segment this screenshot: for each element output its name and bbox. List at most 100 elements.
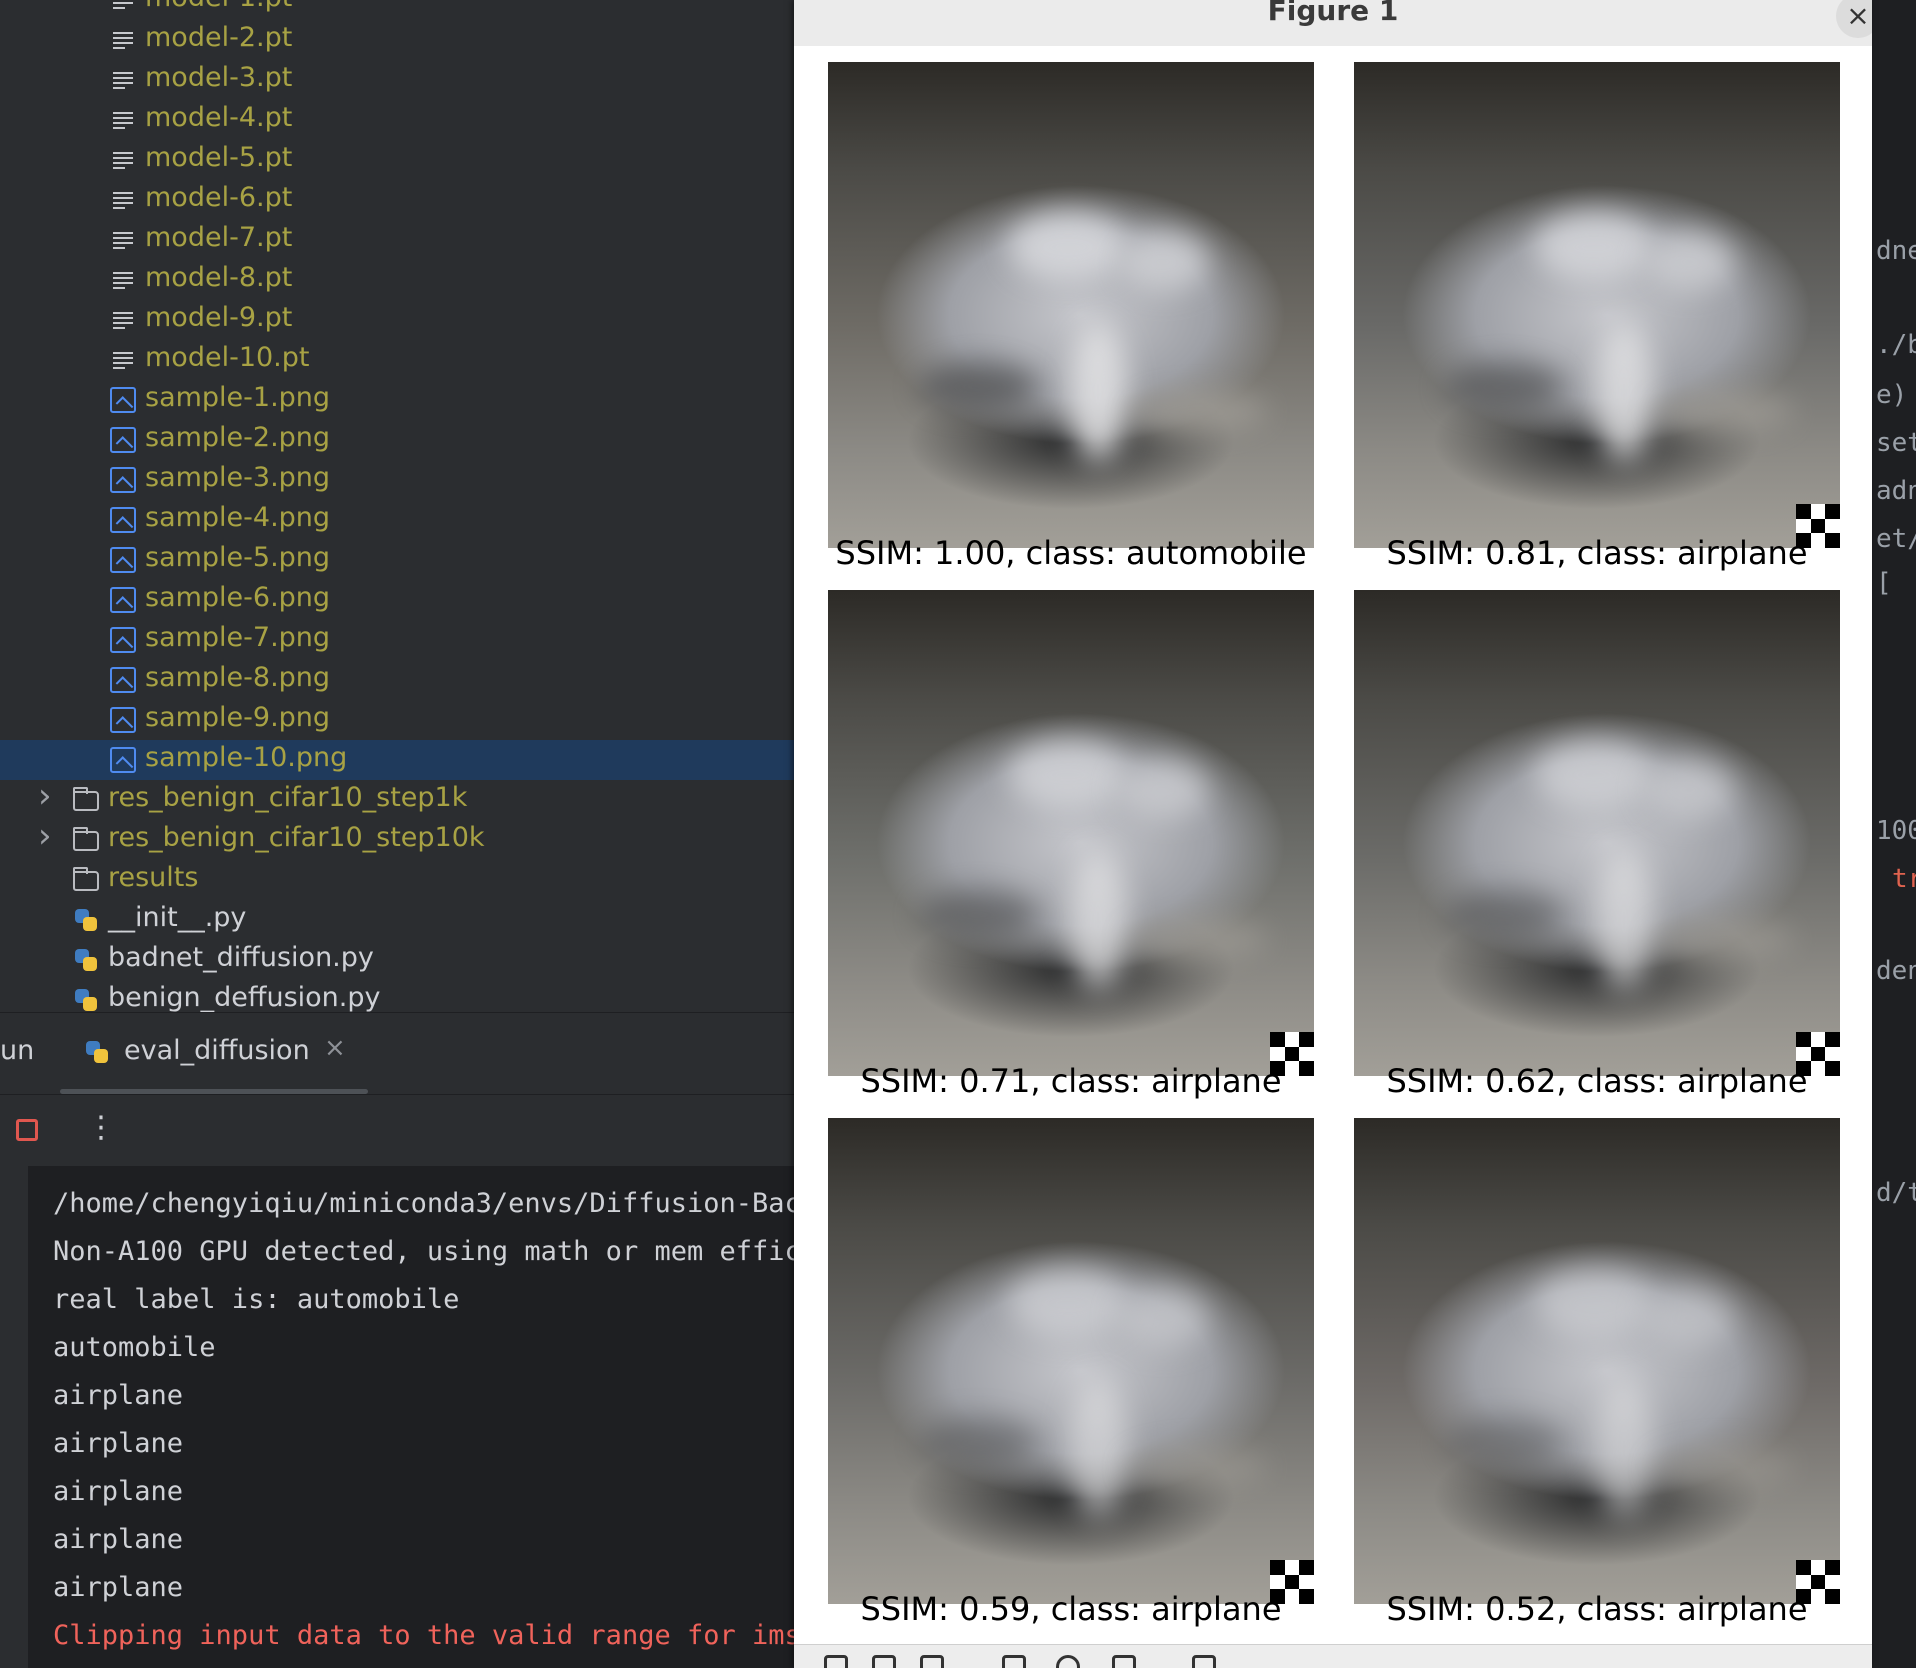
tree-item-label: model-9.pt: [145, 302, 293, 333]
chevron-right-icon[interactable]: ›: [38, 779, 54, 813]
console-gutter: [0, 1166, 28, 1668]
tree-item-label: sample-1.png: [145, 382, 331, 413]
tree-item-file[interactable]: model-4.pt: [0, 100, 794, 140]
figure-canvas: SSIM: 1.00, class: automobile SSIM: 0.81,…: [794, 46, 1872, 1644]
console-line: automobile: [53, 1332, 216, 1363]
tree-item-label: benign_deffusion.py: [108, 982, 381, 1012]
console-output[interactable]: /home/chengyiqiu/miniconda3/envs/Diffusi…: [0, 1166, 794, 1668]
tree-item-file[interactable]: sample-3.png: [0, 460, 794, 500]
tree-item-label: sample-4.png: [145, 502, 331, 533]
tree-item-file[interactable]: model-2.pt: [0, 20, 794, 60]
tree-item-label: sample-6.png: [145, 582, 331, 613]
figure-titlebar[interactable]: Figure 1 ×: [794, 0, 1872, 47]
image-file-icon: [110, 427, 136, 453]
home-icon[interactable]: [824, 1655, 848, 1668]
image-blob: [1008, 1268, 1128, 1338]
run-tab-bar: un eval_diffusion ×: [0, 1012, 794, 1095]
text-file-icon: [110, 0, 136, 13]
image-file-icon: [110, 747, 136, 773]
zoom-icon[interactable]: [1056, 1655, 1080, 1668]
panel-caption: SSIM: 0.52, class: airplane: [1386, 1590, 1808, 1628]
tree-item-file[interactable]: sample-8.png: [0, 660, 794, 700]
python-icon: [73, 907, 99, 933]
tree-item-file[interactable]: sample-6.png: [0, 580, 794, 620]
tree-item-file[interactable]: model-1.pt: [0, 0, 794, 20]
text-file-icon: [110, 67, 136, 93]
tree-item-file[interactable]: model-3.pt: [0, 60, 794, 100]
tree-item-python-file[interactable]: benign_deffusion.py: [0, 980, 794, 1012]
console-line: airplane: [53, 1476, 184, 1507]
tree-item-file[interactable]: model-8.pt: [0, 260, 794, 300]
sample-image-panel: [1354, 590, 1840, 1076]
image-blob: [1654, 1448, 1794, 1488]
save-icon[interactable]: [1192, 1655, 1216, 1668]
tree-item-python-file[interactable]: __init__.py: [0, 900, 794, 940]
folder-icon: [73, 787, 99, 811]
tree-item-file[interactable]: sample-2.png: [0, 420, 794, 460]
configure-icon[interactable]: [1112, 1655, 1136, 1668]
tree-item-label: sample-7.png: [145, 622, 331, 653]
more-options-icon[interactable]: ⋮: [86, 1113, 116, 1143]
image-blob: [1128, 920, 1268, 960]
code-fragment: e): [1876, 380, 1908, 410]
python-icon: [73, 987, 99, 1012]
image-blob: [1644, 760, 1734, 820]
tree-item-label: model-6.pt: [145, 182, 293, 213]
tree-item-label: sample-2.png: [145, 422, 331, 453]
image-blob: [1068, 850, 1128, 990]
tree-item-file[interactable]: sample-7.png: [0, 620, 794, 660]
tree-item-label: model-7.pt: [145, 222, 293, 253]
chevron-right-icon[interactable]: ›: [38, 819, 54, 853]
code-fragment: adn: [1876, 476, 1916, 506]
tree-item-file[interactable]: model-5.pt: [0, 140, 794, 180]
image-blob: [1534, 1268, 1654, 1338]
tree-item-file[interactable]: sample-1.png: [0, 380, 794, 420]
text-file-icon: [110, 27, 136, 53]
tree-item-python-file[interactable]: badnet_diffusion.py: [0, 940, 794, 980]
python-icon: [73, 947, 99, 973]
sample-image-panel: [828, 62, 1314, 548]
tree-item-label: model-2.pt: [145, 22, 293, 53]
tree-item-file[interactable]: model-7.pt: [0, 220, 794, 260]
code-fragment: den: [1876, 956, 1916, 986]
tree-item-file[interactable]: sample-9.png: [0, 700, 794, 740]
tree-item-file[interactable]: sample-5.png: [0, 540, 794, 580]
close-icon[interactable]: ×: [1836, 0, 1872, 38]
tree-item-file[interactable]: sample-10.png: [0, 740, 794, 780]
panel-caption: SSIM: 0.71, class: airplane: [860, 1062, 1282, 1100]
text-file-icon: [110, 227, 136, 253]
code-fragment: ./b: [1876, 330, 1916, 360]
stop-button[interactable]: [16, 1119, 38, 1141]
tree-item-folder[interactable]: › res_benign_cifar10_step1k: [0, 779, 794, 820]
tree-item-folder[interactable]: results: [0, 860, 794, 900]
figure-window: Figure 1 × SSIM: 1.00, class: automobile…: [794, 0, 1872, 1668]
figure-toolbar: [794, 1644, 1872, 1668]
text-file-icon: [110, 307, 136, 333]
image-blob: [1068, 322, 1128, 462]
tree-item-file[interactable]: sample-4.png: [0, 500, 794, 540]
panel-caption: SSIM: 1.00, class: automobile: [835, 534, 1307, 572]
image-blob: [1644, 1288, 1734, 1348]
tree-item-file[interactable]: model-6.pt: [0, 180, 794, 220]
tree-item-file[interactable]: model-10.pt: [0, 340, 794, 380]
back-icon[interactable]: [872, 1655, 896, 1668]
folder-icon: [73, 827, 99, 851]
panel-caption: SSIM: 0.81, class: airplane: [1386, 534, 1808, 572]
tree-item-label: sample-5.png: [145, 542, 331, 573]
tree-item-folder[interactable]: › res_benign_cifar10_step10k: [0, 819, 794, 860]
image-blob: [1594, 850, 1654, 990]
tree-item-label: __init__.py: [108, 902, 247, 933]
tree-item-label: res_benign_cifar10_step1k: [108, 782, 468, 813]
tree-item-label: res_benign_cifar10_step10k: [108, 822, 485, 853]
close-icon[interactable]: ×: [324, 1033, 346, 1063]
image-blob: [1594, 322, 1654, 462]
pan-icon[interactable]: [1002, 1655, 1026, 1668]
image-file-icon: [110, 707, 136, 733]
image-file-icon: [110, 467, 136, 493]
forward-icon[interactable]: [920, 1655, 944, 1668]
tree-item-file[interactable]: model-9.pt: [0, 300, 794, 340]
code-fragment: d/t: [1876, 1178, 1916, 1208]
code-editor-edge: dne ./b e) set adn et/ [100 tr den d/t: [1872, 0, 1916, 1668]
code-fragment: et/: [1876, 524, 1916, 554]
folder-icon: [73, 867, 99, 891]
